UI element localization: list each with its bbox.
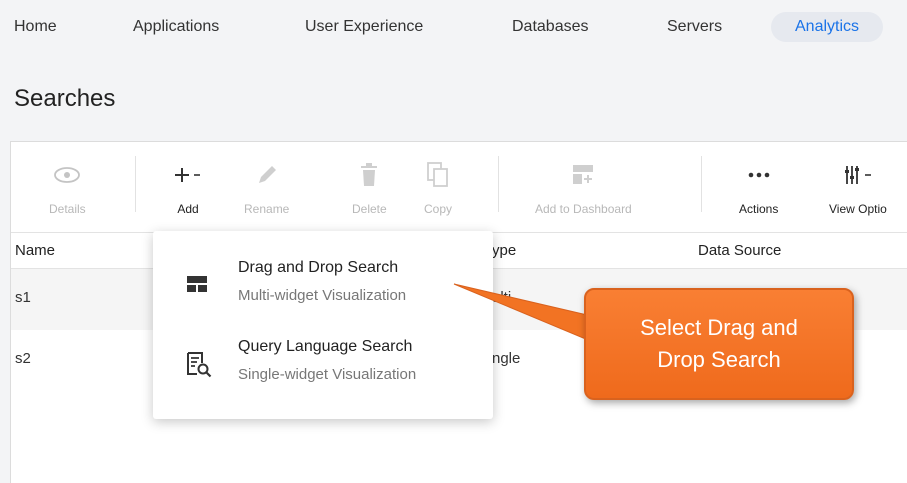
instruction-callout: Select Drag and Drop Search <box>584 288 854 400</box>
callout-text: Select Drag and Drop Search <box>640 315 798 372</box>
callout-pointer <box>453 283 601 341</box>
